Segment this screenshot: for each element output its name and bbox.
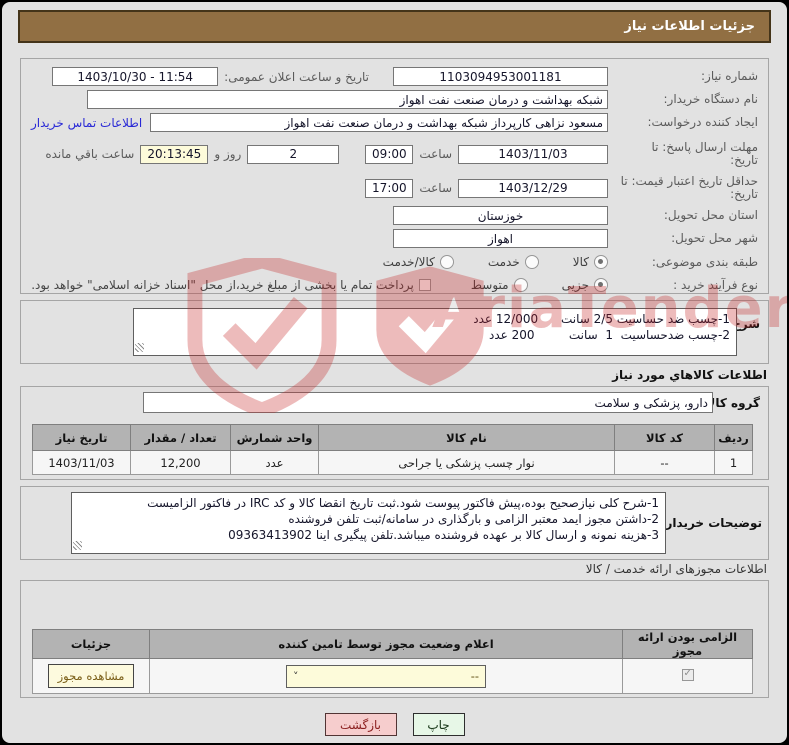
need-info-groupbox: شماره نیاز: 1103094953001181 تاریخ و ساع… [20,58,769,294]
buyer-contact-link[interactable]: اطلاعات تماس خریدار [31,116,142,130]
reply-deadline-time-field[interactable]: 09:00 [365,144,414,164]
radio-minor-label: جزیی [561,278,589,292]
cell-need-date: 1403/11/03 [32,450,131,475]
creator-field[interactable]: مسعود نزاهی کارپرداز شبکه بهداشت و درمان… [150,113,608,132]
col-item-code: کد کالا [614,424,715,451]
city-label: شهر محل تحویل: [671,231,758,245]
col-row-index: ردیف [714,424,753,451]
province-label: استان محل تحویل: [663,208,758,222]
need-details-page: جزئیات اطلاعات نیاز شماره نیاز: 11030949… [0,0,789,745]
need-number-field[interactable]: 1103094953001181 [393,67,608,86]
radio-goods-label: کالا [572,255,589,269]
remaining-time-field: 20:13:45 [140,144,209,164]
license-groupbox: الزامی بودن ارائه مجوز اعلام وضعیت مجوز … [20,580,769,698]
license-table-row: -- ˅ مشاهده مجوز [32,658,753,694]
price-validity-date-field[interactable]: 1403/12/29 [458,178,608,198]
view-license-button[interactable]: مشاهده مجوز [48,664,134,688]
cell-item-name: نوار چسب پزشکی یا جراحی [318,450,615,475]
license-status-select[interactable]: -- ˅ [286,664,486,688]
col-license-details: جزئیات [32,629,150,659]
col-license-required: الزامی بودن ارائه مجوز [622,629,753,659]
reply-deadline-label: مهلت ارسال پاسخ: تا تاریخ: [651,140,758,167]
col-quantity: تعداد / مقدار [130,424,231,451]
col-need-date: تاریخ نیاز [32,424,131,451]
buyer-notes-groupbox: توضیحات خریدار: 1-شرح کلی نیازصحیح بوده،… [20,486,769,560]
license-table: الزامی بودن ارائه مجوز اعلام وضعیت مجوز … [32,629,753,694]
need-desc-textarea[interactable]: 1-چسب ضد حساسیت 2/5 سانت 12/000 عدد 2-چس… [133,308,737,356]
cell-unit: عدد [230,450,319,475]
radio-goods-service-label: کالا/خدمت [382,255,435,269]
price-validity-time-field[interactable]: 17:00 [365,178,414,198]
page-title: جزئیات اطلاعات نیاز [18,10,771,43]
back-button[interactable]: بازگشت [324,713,397,736]
radio-medium-label: متوسط [470,278,509,292]
goods-section-header: اطلاعات کالاهاي مورد نیاز [612,368,767,382]
need-desc-groupbox: شرح کلي نیاز: 1-چسب ضد حساسیت 2/5 سانت 1… [20,300,769,364]
reply-deadline-date-field[interactable]: 1403/11/03 [458,144,608,164]
process-type-label: نوع فرآیند خرید : [673,277,758,292]
need-number-label: شماره نیاز: [701,69,758,83]
goods-table-row: 1 -- نوار چسب پزشکی یا جراحی عدد 12,200 … [32,450,753,475]
city-field[interactable]: اهواز [393,229,608,248]
license-section-header: اطلاعات مجوزهای ارائه خدمت / کالا [585,562,767,576]
radio-medium[interactable] [513,278,528,292]
treasury-payment-label: پرداخت تمام یا بخشی از مبلغ خرید،از محل … [31,278,414,292]
col-item-name: نام کالا [318,424,615,451]
print-button[interactable]: چاپ [412,713,465,736]
goods-groupbox: گروه کالا: دارو، پزشکی و سلامت ردیف کد ک… [20,386,769,480]
creator-label: ایجاد کننده درخواست: [647,115,758,129]
goods-table: ردیف کد کالا نام کالا واحد شمارش تعداد /… [32,424,753,475]
cell-item-code: -- [614,450,715,475]
resize-handle-icon[interactable] [135,343,144,352]
remaining-time-label: ساعت باقي مانده [45,147,135,161]
goods-table-header-row: ردیف کد کالا نام کالا واحد شمارش تعداد /… [32,424,753,451]
province-field[interactable]: خوزستان [393,206,608,225]
chevron-down-icon: ˅ [293,669,299,683]
buyer-org-field[interactable]: شبکه بهداشت و درمان صنعت نفت اهواز [87,90,608,109]
category-label: طبقه بندی موضوعی: [651,254,758,269]
cell-quantity: 12,200 [130,450,231,475]
resize-handle-icon[interactable] [73,541,82,550]
radio-service[interactable] [524,255,539,269]
license-status-value: -- [470,669,479,683]
row-need-number: شماره نیاز: 1103094953001181 تاریخ و ساع… [31,67,758,86]
row-category: طبقه بندی موضوعی: کالا خدمت کالا/خدمت [31,255,758,269]
cell-row-index: 1 [714,450,753,475]
cell-license-details: مشاهده مجوز [32,658,150,694]
radio-goods[interactable] [594,255,608,269]
row-creator: ایجاد کننده درخواست: مسعود نزاهی کارپردا… [31,113,758,132]
buyer-notes-textarea[interactable]: 1-شرح کلی نیازصحیح بوده،پیش فاکتور پیوست… [71,492,666,554]
treasury-payment-checkbox[interactable] [418,279,431,291]
col-unit: واحد شمارش [230,424,319,451]
reply-deadline-time-label: ساعت [419,147,452,161]
price-validity-time-label: ساعت [419,181,452,195]
announce-datetime-label: تاریخ و ساعت اعلان عمومی: [224,69,369,84]
buyer-notes-label: توضیحات خریدار: [660,516,762,530]
bottom-buttons: چاپ بازگشت [2,713,787,736]
radio-goods-service[interactable] [439,255,454,269]
row-province: استان محل تحویل: خوزستان [31,206,758,225]
cell-license-required [622,658,753,694]
remaining-days-label: روز و [214,147,242,161]
row-reply-deadline: مهلت ارسال پاسخ: تا تاریخ: 1403/11/03 سا… [31,139,758,169]
price-validity-label: حداقل تاریخ اعتبار قیمت: تا تاریخ: [620,174,758,201]
license-required-checkbox[interactable] [681,668,694,681]
row-city: شهر محل تحویل: اهواز [31,229,758,248]
buyer-org-label: نام دستگاه خریدار: [663,92,759,106]
cell-license-status: -- ˅ [149,658,623,694]
license-table-header-row: الزامی بودن ارائه مجوز اعلام وضعیت مجوز … [32,629,753,659]
radio-service-label: خدمت [487,255,520,269]
goods-group-field[interactable]: دارو، پزشکی و سلامت [143,392,713,413]
announce-datetime-field[interactable]: 11:54 - 1403/10/30 [52,67,219,86]
row-process-type: نوع فرآیند خرید : جزیی متوسط پرداخت تمام… [31,278,758,292]
row-buyer-org: نام دستگاه خریدار: شبکه بهداشت و درمان ص… [31,90,758,109]
row-price-validity: حداقل تاریخ اعتبار قیمت: تا تاریخ: 1403/… [31,173,758,203]
col-license-status: اعلام وضعیت مجوز توسط تامین کننده [149,629,623,659]
remaining-days-field[interactable]: 2 [247,144,340,164]
radio-minor[interactable] [594,278,608,292]
